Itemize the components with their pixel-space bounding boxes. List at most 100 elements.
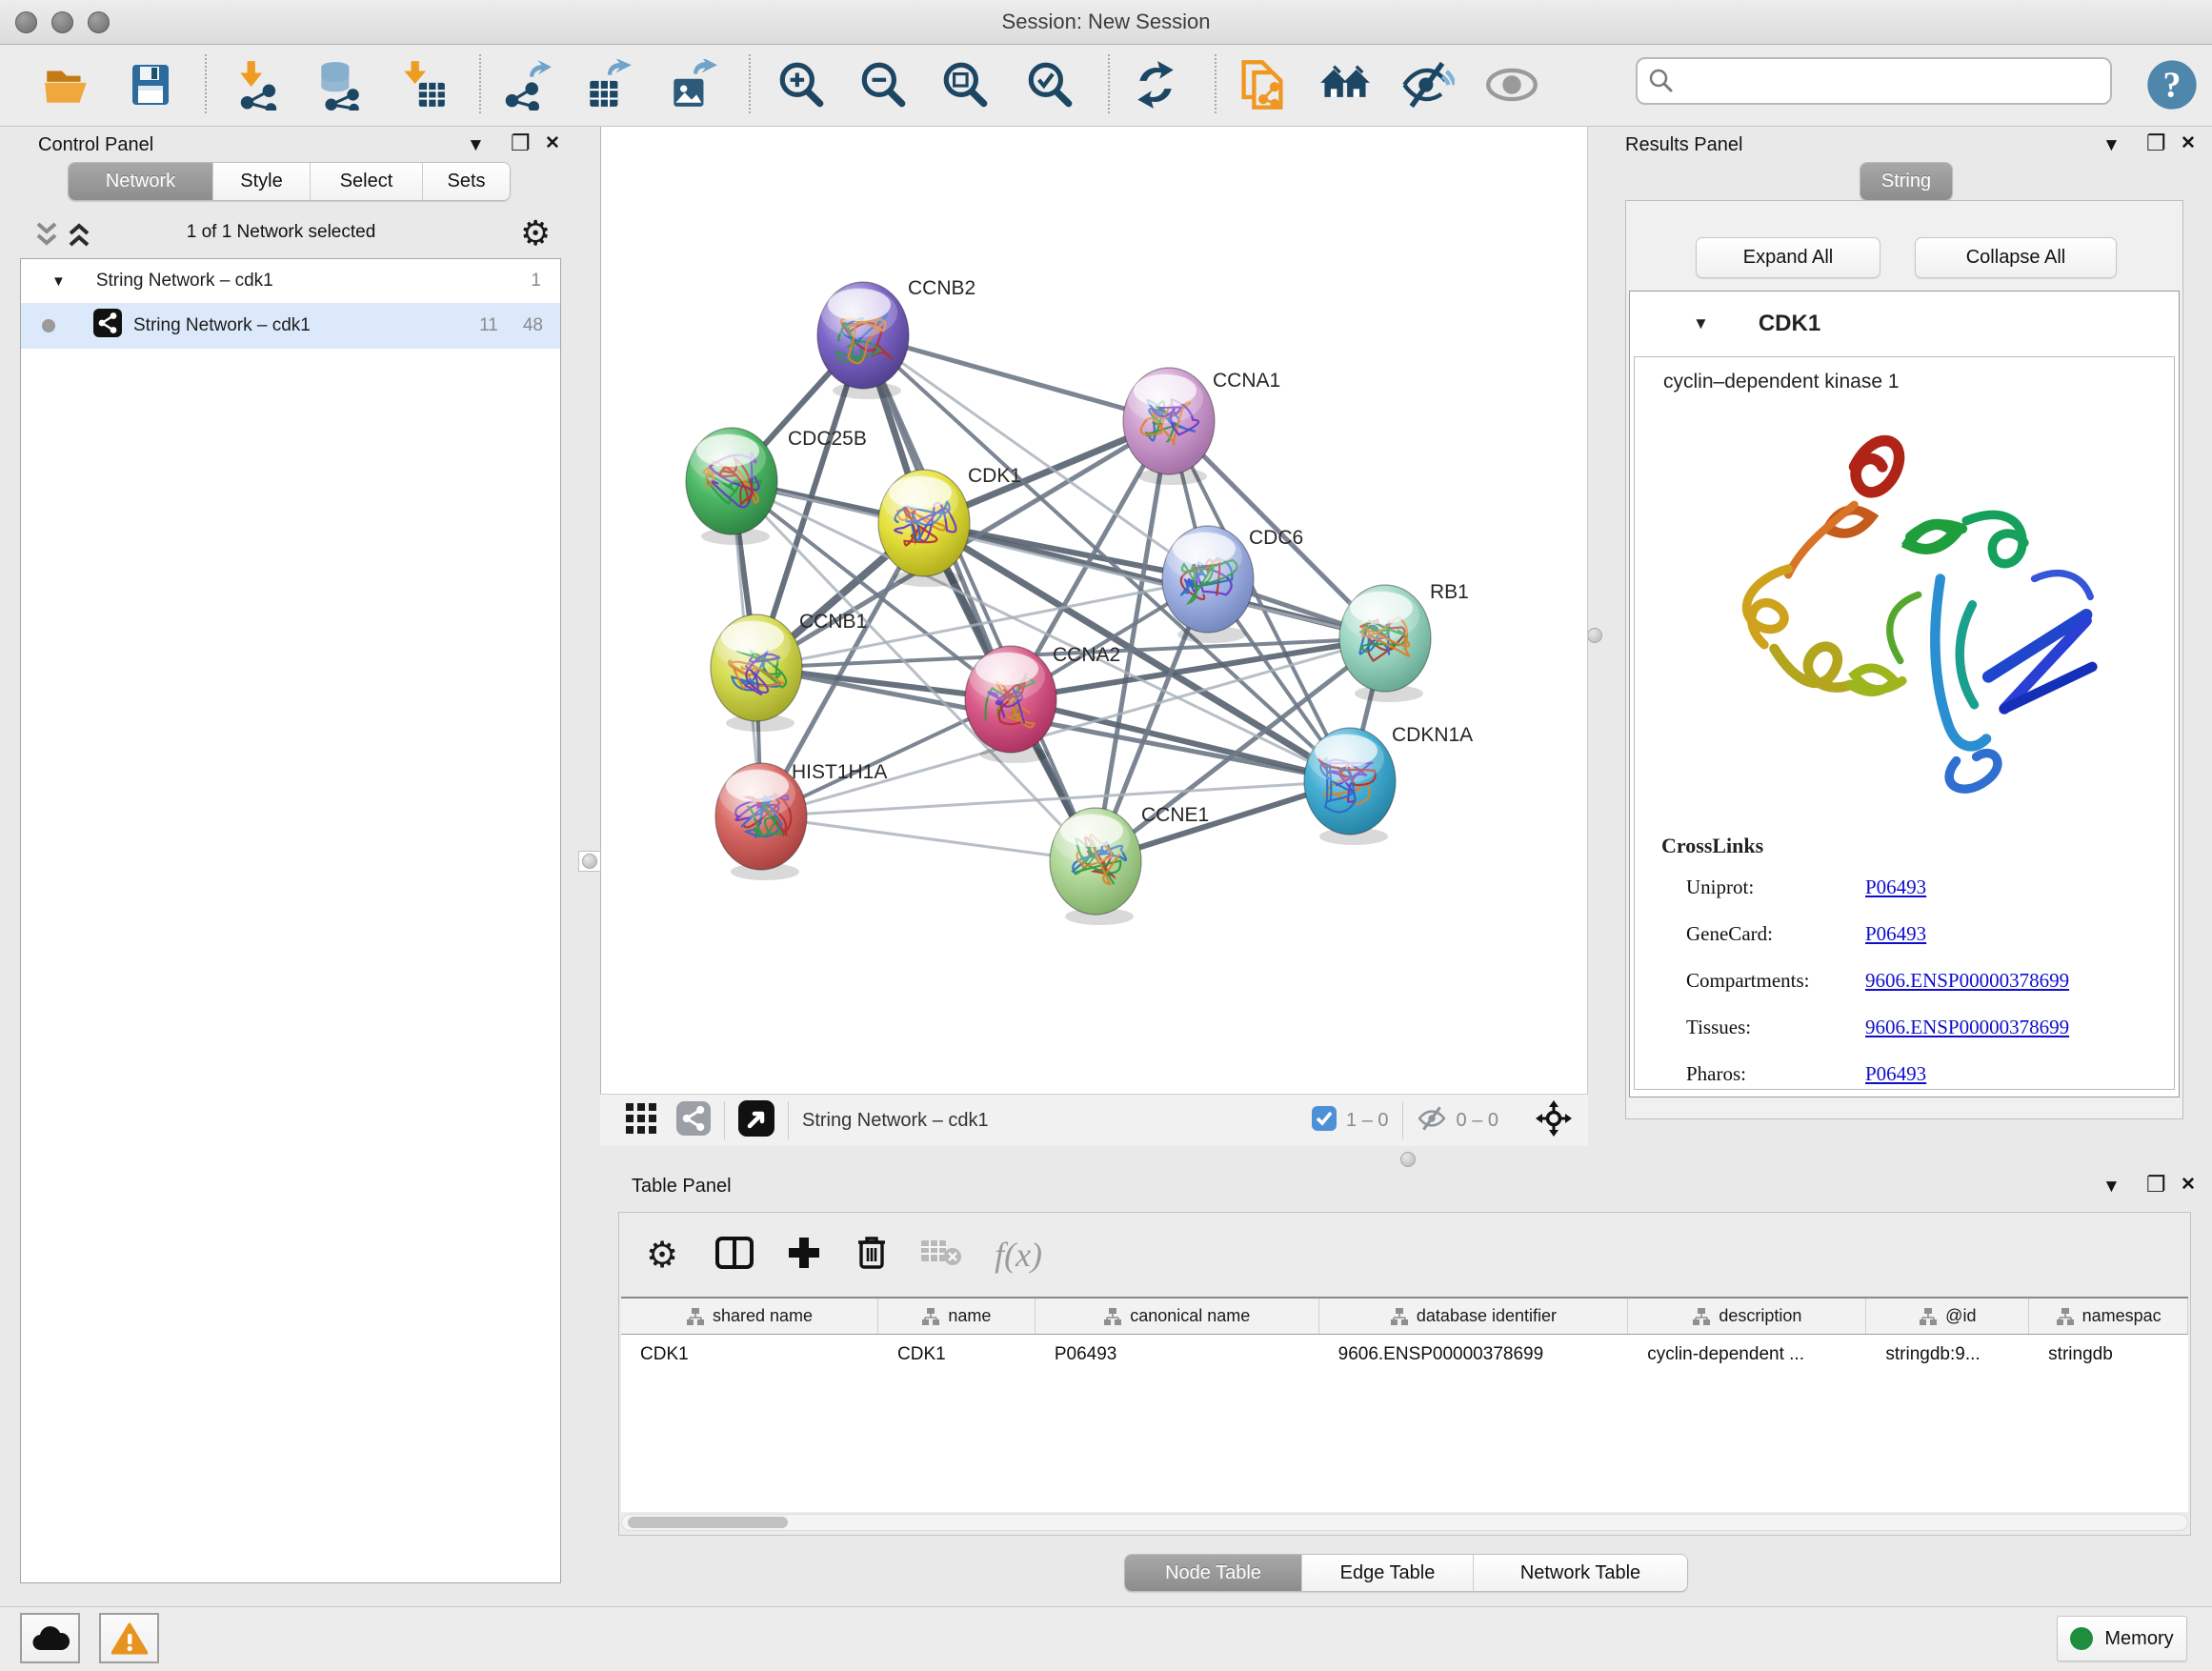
crosslink-label: Uniprot:: [1686, 876, 1865, 899]
import-table-icon[interactable]: [392, 52, 453, 117]
save-icon[interactable]: [120, 52, 181, 117]
control-panel-float-icon[interactable]: ❐: [511, 132, 531, 154]
table-hscrollbar-thumb[interactable]: [628, 1517, 788, 1528]
column-header-description[interactable]: description: [1628, 1299, 1866, 1334]
table-row[interactable]: CDK1CDK1P064939606.ENSP00000378699cyclin…: [621, 1335, 2188, 1374]
separator: [724, 1101, 725, 1139]
function-builder-icon: f(x): [995, 1235, 1042, 1275]
export-image-icon[interactable]: [661, 52, 722, 117]
network-node-CDKN1A[interactable]: CDKN1A: [1304, 724, 1473, 845]
fit-selected-crosshair-icon[interactable]: [1535, 1099, 1573, 1142]
warning-button[interactable]: [99, 1613, 159, 1663]
delete-column-trash-icon[interactable]: [855, 1235, 888, 1276]
zoom-in-icon[interactable]: [771, 52, 832, 117]
table-cell[interactable]: stringdb: [2029, 1335, 2188, 1374]
network-node-CCNA1[interactable]: CCNA1: [1123, 368, 1280, 485]
memory-button[interactable]: Memory: [2057, 1616, 2187, 1661]
results-panel-float-icon[interactable]: ❐: [2146, 132, 2166, 154]
refresh-layout-icon[interactable]: [1125, 52, 1186, 117]
collapse-all-button[interactable]: Collapse All: [1915, 237, 2117, 278]
crosslink-link[interactable]: 9606.ENSP00000378699: [1865, 969, 2069, 993]
left-splitter-handle[interactable]: [578, 851, 601, 872]
table-cell[interactable]: P06493: [1036, 1335, 1319, 1374]
houses-icon[interactable]: [1315, 52, 1376, 117]
network-node-HIST1H1A[interactable]: HIST1H1A: [715, 761, 887, 880]
table-cell[interactable]: cyclin-dependent ...: [1628, 1335, 1866, 1374]
crosslink-link[interactable]: P06493: [1865, 1062, 1926, 1086]
tab-style[interactable]: Style: [212, 163, 310, 200]
zoom-selected-icon[interactable]: [1019, 52, 1080, 117]
network-node-CCNB2[interactable]: CCNB2: [817, 277, 975, 399]
separator: [1402, 1101, 1403, 1139]
results-panel-menu-arrow-icon[interactable]: ▼: [2102, 136, 2121, 154]
tab-string[interactable]: String: [1860, 163, 1952, 200]
table-cell[interactable]: stringdb:9...: [1866, 1335, 2029, 1374]
expand-all-button[interactable]: Expand All: [1696, 237, 1880, 278]
crosslink-label: GeneCard:: [1686, 922, 1865, 946]
column-header-name[interactable]: name: [878, 1299, 1036, 1334]
table-panel-float-icon[interactable]: ❐: [2146, 1174, 2166, 1196]
hide-eye-slash-icon[interactable]: [1398, 52, 1458, 117]
show-columns-icon[interactable]: [714, 1236, 754, 1275]
hidden-eye-slash-icon[interactable]: [1417, 1103, 1447, 1138]
export-table-icon[interactable]: [577, 52, 638, 117]
result-card: ▼ CDK1 cyclin–dependent kinase 1: [1629, 291, 2180, 1097]
column-header-shared-name[interactable]: shared name: [621, 1299, 878, 1334]
zoom-out-icon[interactable]: [853, 52, 914, 117]
open-folder-icon[interactable]: [36, 52, 97, 117]
result-collapse-triangle-icon[interactable]: ▼: [1693, 314, 1709, 333]
control-panel-close-icon[interactable]: ✕: [545, 134, 560, 152]
help-icon[interactable]: ?: [2142, 52, 2202, 117]
table-settings-gear-icon[interactable]: ⚙: [646, 1234, 678, 1276]
export-network-icon[interactable]: [495, 52, 556, 117]
duplicate-network-icon[interactable]: [1232, 52, 1293, 117]
network-node-CDC6[interactable]: CDC6: [1162, 526, 1303, 643]
horizontal-splitter-handle[interactable]: [1397, 1151, 1419, 1168]
import-network-icon[interactable]: [229, 52, 290, 117]
crosslink-link[interactable]: P06493: [1865, 922, 1926, 946]
tree-collapse-triangle-icon[interactable]: ▼: [51, 273, 66, 290]
table-hscrollbar[interactable]: [621, 1514, 2188, 1531]
table-cell[interactable]: CDK1: [621, 1335, 878, 1374]
selected-checkbox-icon[interactable]: [1312, 1106, 1337, 1136]
crosslink-link[interactable]: 9606.ENSP00000378699: [1865, 1016, 2069, 1039]
network-graph[interactable]: CCNB2CCNA1CDC25BCDK1CDC6RB1CCNB1CCNA2CDK…: [601, 127, 1589, 1094]
network-node-CCNE1[interactable]: CCNE1: [1050, 804, 1209, 925]
tab-network-table[interactable]: Network Table: [1473, 1555, 1687, 1591]
eye-disabled-icon[interactable]: [1481, 52, 1542, 117]
crosslink-link[interactable]: P06493: [1865, 876, 1926, 899]
tab-sets[interactable]: Sets: [422, 163, 510, 200]
network-row-selected[interactable]: String Network – cdk1 11 48: [21, 303, 560, 349]
control-panel-menu-arrow-icon[interactable]: ▼: [467, 136, 485, 154]
tab-edge-table[interactable]: Edge Table: [1301, 1555, 1473, 1591]
cloud-button[interactable]: [20, 1613, 80, 1663]
table-panel-title: Table Panel: [632, 1176, 732, 1198]
network-edge-CCNE1-HIST1H1A[interactable]: [761, 816, 1096, 861]
tab-network[interactable]: Network: [69, 163, 212, 200]
network-edge-CCNB2-CCNE1[interactable]: [863, 335, 1096, 861]
column-header-label: name: [948, 1306, 991, 1326]
search-input[interactable]: [1676, 70, 2101, 93]
network-node-RB1[interactable]: RB1: [1339, 581, 1469, 702]
result-card-header[interactable]: ▼ CDK1: [1630, 292, 2179, 356]
table-cell[interactable]: CDK1: [878, 1335, 1036, 1374]
add-column-plus-icon[interactable]: [787, 1236, 821, 1275]
table-panel-close-icon[interactable]: ✕: [2181, 1176, 2196, 1194]
import-database-icon[interactable]: [309, 52, 370, 117]
column-header--id[interactable]: @id: [1866, 1299, 2029, 1334]
column-header-namespac[interactable]: namespac: [2029, 1299, 2188, 1334]
table-cell[interactable]: 9606.ENSP00000378699: [1319, 1335, 1629, 1374]
table-panel-menu-arrow-icon[interactable]: ▼: [2102, 1178, 2121, 1196]
zoom-fit-icon[interactable]: [935, 52, 995, 117]
tab-node-table[interactable]: Node Table: [1125, 1555, 1301, 1591]
tab-select[interactable]: Select: [310, 163, 422, 200]
birdseye-view-icon[interactable]: [738, 1100, 774, 1141]
string-network-badge-icon[interactable]: [676, 1101, 711, 1140]
grid-view-icon[interactable]: [625, 1102, 657, 1139]
column-header-canonical-name[interactable]: canonical name: [1036, 1299, 1319, 1334]
network-canvas[interactable]: CCNB2CCNA1CDC25BCDK1CDC6RB1CCNB1CCNA2CDK…: [600, 127, 1588, 1094]
network-collection-row[interactable]: ▼ String Network – cdk1 1: [21, 259, 560, 303]
column-header-database-identifier[interactable]: database identifier: [1319, 1299, 1629, 1334]
results-panel-close-icon[interactable]: ✕: [2181, 134, 2196, 152]
network-options-gear-icon[interactable]: ⚙: [520, 214, 551, 253]
